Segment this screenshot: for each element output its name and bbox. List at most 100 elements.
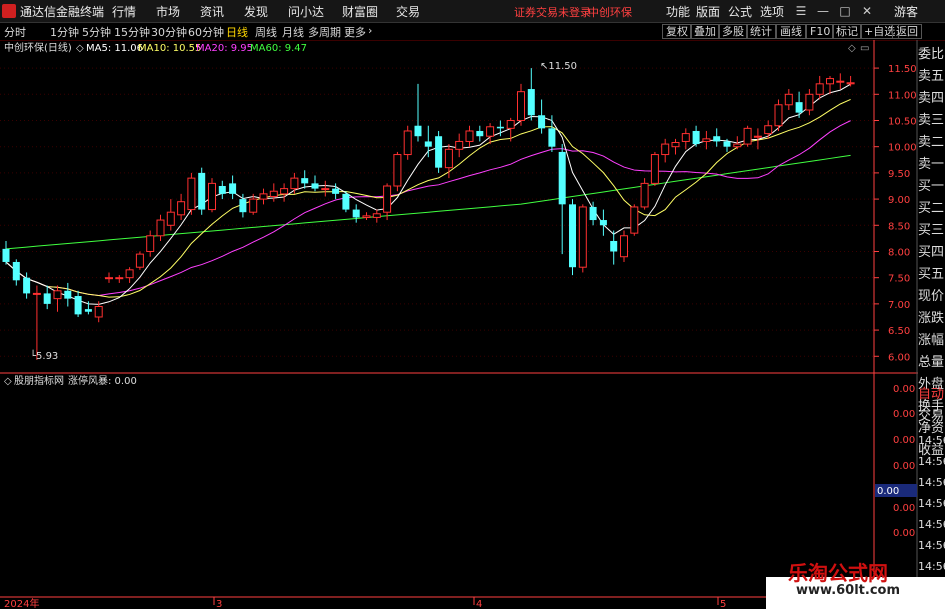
timeframe-bar: 分时 1分钟 5分钟 15分钟 30分钟 60分钟 日线 周线 月线 多周期 更…	[0, 23, 945, 41]
top-stock-name: 中创环保	[588, 6, 632, 19]
side-auto-label[interactable]: 自动	[918, 384, 945, 406]
minimize-icon[interactable]: —	[812, 1, 834, 21]
side-label-0: 委比	[918, 47, 945, 62]
candle-body	[486, 126, 495, 137]
price-tick-label: 11.00	[888, 90, 917, 101]
menu-wenxiaoda[interactable]: 问小达	[288, 3, 324, 20]
btn-diejia[interactable]: 叠加	[690, 24, 720, 39]
btn-tongji[interactable]: 统计	[746, 24, 776, 39]
low-marker: └5.93	[30, 349, 58, 362]
menu-caifuquan[interactable]: 财富圈	[342, 3, 378, 20]
candle-body	[125, 269, 134, 279]
watermark-banner: 乐淘公式网 www.60lt.com	[766, 561, 945, 609]
tf-daily[interactable]: 日线	[226, 24, 248, 40]
collapse-icon[interactable]: ◇	[76, 43, 84, 54]
kline-chart[interactable]: 中创环保(日线) ◇ MA5: 11.06 MA10: 10.55 MA20: …	[0, 40, 945, 609]
side-label-11: 现价	[918, 289, 945, 304]
login-notice[interactable]: 证券交易未登录	[514, 4, 591, 20]
candle-body	[403, 130, 412, 156]
candle-body	[12, 261, 20, 281]
candle-body	[64, 290, 72, 299]
indicator-axis: 0.00 0.00 0.00 0.00 0.00 0.00	[893, 384, 915, 539]
candle-body	[177, 201, 186, 216]
watermark-title: 乐淘公式网	[788, 561, 888, 585]
price-axis: 11.50 11.00 10.50 10.00 9.50 9.00 8.50 8.00 7.50…	[874, 64, 917, 363]
candle-body	[198, 172, 206, 210]
candle-body	[589, 206, 597, 221]
candle-body	[239, 199, 247, 213]
chevron-right-icon[interactable]: ›	[368, 24, 372, 37]
candle-body	[455, 140, 464, 150]
side-trade-label[interactable]: 交易	[918, 406, 945, 428]
btn-biaoji[interactable]: 标记	[832, 24, 862, 39]
candle-body	[208, 182, 216, 211]
btn-fuquan[interactable]: 复权	[662, 24, 692, 39]
candle-body	[476, 130, 484, 137]
tf-5min[interactable]: 5分钟	[82, 24, 111, 40]
candle-body	[650, 154, 659, 184]
side-label-3: 卖三	[918, 113, 945, 128]
side-label-4: 卖二	[918, 135, 945, 150]
settings-icon[interactable]: ☰	[790, 1, 812, 21]
candle-body	[166, 211, 175, 226]
candle-body	[156, 219, 165, 237]
tf-1min[interactable]: 1分钟	[50, 24, 79, 40]
btn-fanhui[interactable]: 返回	[892, 24, 922, 39]
tf-30min[interactable]: 30分钟	[151, 24, 187, 40]
user-label[interactable]: 游客	[894, 3, 918, 20]
candle-body	[815, 83, 824, 95]
menu-faxian[interactable]: 发现	[244, 3, 268, 20]
indicator-tick-label: 0.00	[893, 384, 915, 395]
candle-body	[743, 127, 752, 145]
menu-shichang[interactable]: 市场	[156, 3, 180, 20]
candle-body	[135, 253, 144, 268]
candle-body	[723, 141, 731, 147]
tf-60min[interactable]: 60分钟	[188, 24, 224, 40]
date-label-4: 4	[476, 599, 482, 609]
menu-banmian[interactable]: 版面	[696, 3, 720, 20]
side-label-6: 买一	[918, 179, 945, 194]
menu-xuanxiang[interactable]: 选项	[760, 3, 784, 20]
btn-f10[interactable]: F10	[806, 24, 835, 39]
tf-monthly[interactable]: 月线	[282, 24, 304, 40]
side-label-7: 买二	[918, 201, 945, 216]
ma5-label: MA5: 11.06	[86, 43, 143, 54]
candle-body	[301, 178, 309, 184]
tf-multi[interactable]: 多周期	[308, 24, 341, 40]
candle-body	[846, 82, 855, 85]
indicator-collapse-icon[interactable]: ◇	[4, 376, 12, 387]
candle-body	[229, 183, 237, 194]
diamond-icon[interactable]: ◇	[848, 43, 856, 54]
tf-more[interactable]: 更多	[344, 24, 366, 40]
candle-body	[269, 190, 278, 197]
side-time-1: 14:56	[918, 455, 945, 468]
candle-body	[372, 213, 381, 218]
btn-duogu[interactable]: 多股	[718, 24, 748, 39]
app-title: 通达信金融终端	[20, 5, 105, 19]
candle-body	[836, 80, 845, 83]
menu-hangqing[interactable]: 行情	[112, 3, 136, 20]
candle-body	[640, 182, 649, 208]
close-icon[interactable]: ✕	[856, 1, 878, 21]
menu-gongneng[interactable]: 功能	[666, 3, 690, 20]
candle-body	[661, 143, 670, 156]
menu-zixun[interactable]: 资讯	[200, 3, 224, 20]
menu-gongshi[interactable]: 公式	[728, 3, 752, 20]
menu-jiaoyi[interactable]: 交易	[396, 3, 420, 20]
candle-body	[321, 188, 330, 191]
side-label-5: 卖一	[918, 157, 945, 172]
window-icon[interactable]: ▭	[860, 43, 869, 54]
side-time-0: 14:56	[918, 434, 945, 447]
tf-weekly[interactable]: 周线	[255, 24, 277, 40]
btn-huaxian[interactable]: 画线	[776, 24, 806, 39]
tf-fenshi[interactable]: 分时	[4, 24, 26, 40]
candle-body	[620, 235, 628, 258]
price-tick-label: 11.50	[888, 64, 917, 75]
tf-15min[interactable]: 15分钟	[114, 24, 150, 40]
indicator-tick-label: 0.00	[893, 409, 915, 420]
maximize-icon[interactable]: □	[834, 1, 856, 21]
high-marker: ↖11.50	[540, 61, 577, 72]
date-label-3: 3	[216, 599, 222, 609]
indicator-current-value: 0.00	[877, 486, 899, 497]
candle-body	[249, 198, 258, 213]
